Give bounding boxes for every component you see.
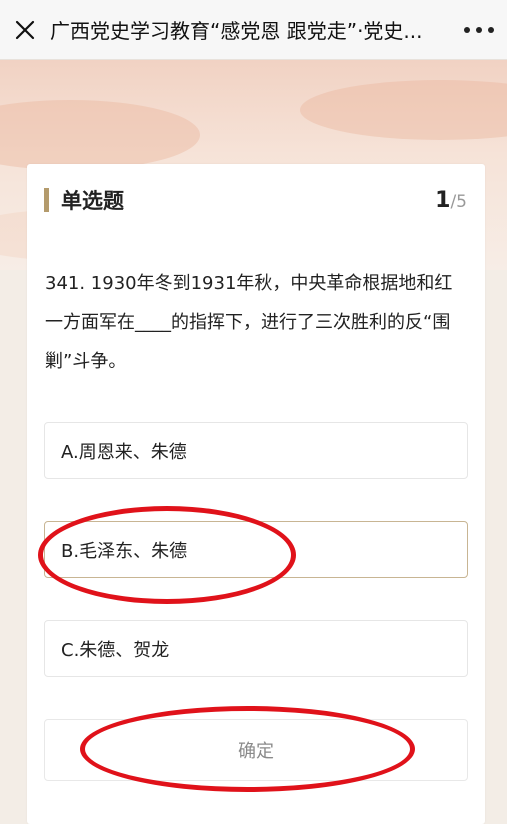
quiz-card: 单选题 1/5 341. 1930年冬到1931年秋，中央革命根据地和红一方面军…: [27, 164, 485, 824]
more-dot: [476, 26, 482, 33]
cloud-decoration: [300, 80, 507, 140]
option-a[interactable]: A.周恩来、朱德: [44, 422, 468, 479]
accent-bar: [44, 188, 49, 212]
option-label: B.毛泽东、朱德: [61, 540, 188, 562]
confirm-button[interactable]: 确定: [44, 719, 468, 781]
question-text: 341. 1930年冬到1931年秋，中央革命根据地和红一方面军在____的指挥…: [45, 273, 453, 372]
top-bar: 广西党史学习教育“感党恩 跟党走”·党史...: [0, 0, 507, 60]
page-title: 广西党史学习教育“感党恩 跟党走”·党史...: [50, 19, 423, 43]
more-dot: [488, 26, 494, 33]
cloud-decoration: [0, 100, 200, 170]
option-b[interactable]: B.毛泽东、朱德: [44, 521, 468, 578]
current-question-number: 1: [435, 188, 451, 213]
confirm-label: 确定: [238, 741, 274, 762]
more-dots-icon: [464, 26, 470, 33]
more-button[interactable]: [451, 0, 507, 60]
total-questions: /5: [450, 192, 467, 212]
close-icon: [15, 20, 35, 39]
section-title: 单选题: [61, 189, 124, 213]
close-button[interactable]: [0, 0, 50, 60]
option-label: C.朱德、贺龙: [61, 639, 170, 661]
option-label: A.周恩来、朱德: [61, 441, 187, 463]
option-c[interactable]: C.朱德、贺龙: [44, 620, 468, 677]
section-header: 单选题: [44, 186, 124, 214]
question-counter: 1/5: [435, 188, 467, 213]
